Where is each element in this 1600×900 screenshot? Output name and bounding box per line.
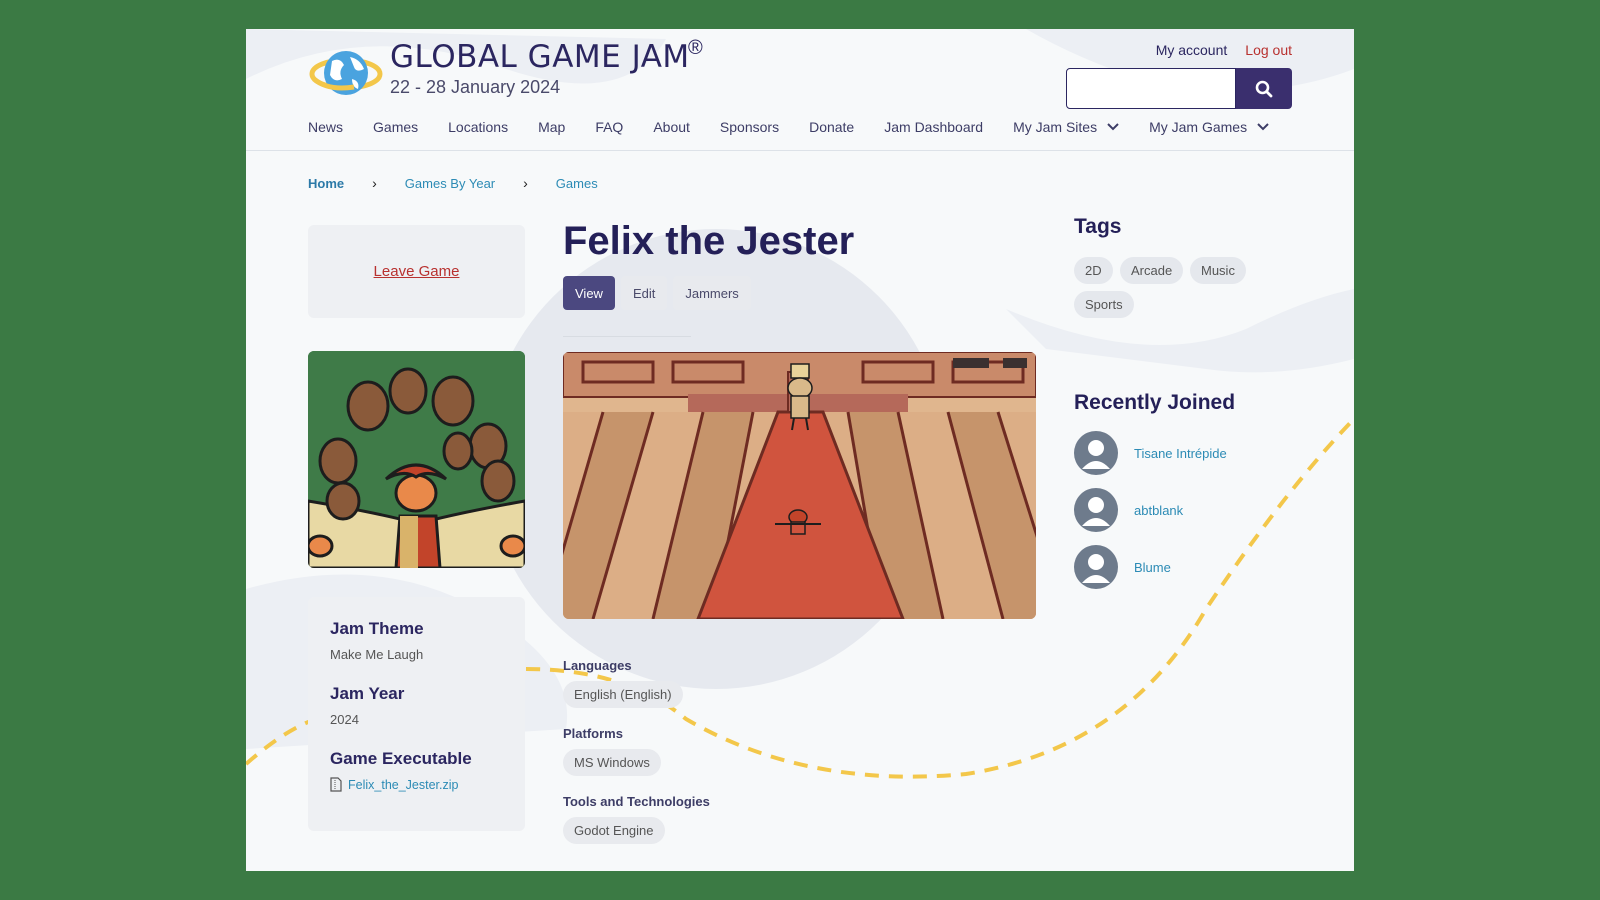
platforms-label: Platforms	[563, 726, 623, 741]
search-bar	[1066, 68, 1292, 109]
tag-music[interactable]: Music	[1190, 257, 1246, 284]
chevron-down-icon	[1257, 123, 1269, 131]
game-scene-image	[563, 352, 1036, 619]
leave-game-link[interactable]: Leave Game	[374, 263, 460, 280]
nav-donate[interactable]: Donate	[809, 119, 854, 135]
nav-my-jam-sites-label: My Jam Sites	[1013, 119, 1098, 135]
nav-sponsors[interactable]: Sponsors	[720, 119, 779, 135]
registered-mark: ®	[688, 37, 703, 59]
breadcrumb-games-by-year[interactable]: Games By Year	[405, 176, 495, 191]
avatar-icon	[1074, 545, 1118, 589]
chevron-down-icon	[1107, 123, 1119, 131]
nav-locations[interactable]: Locations	[448, 119, 508, 135]
game-tabs: View Edit Jammers	[563, 276, 751, 310]
nav-my-jam-games[interactable]: My Jam Games	[1149, 119, 1269, 135]
tag-2d[interactable]: 2D	[1074, 257, 1113, 284]
nav-about[interactable]: About	[653, 119, 690, 135]
site-header: GLOBAL GAME JAM ® 22 - 28 January 2024 M…	[246, 29, 1354, 151]
breadcrumb-games[interactable]: Games	[556, 176, 598, 191]
language-pill[interactable]: English (English)	[563, 681, 683, 708]
avatar-icon	[1074, 431, 1118, 475]
tab-view[interactable]: View	[563, 276, 615, 310]
jam-year-label: Jam Year	[330, 684, 405, 703]
jam-year-value: 2024	[330, 712, 359, 727]
languages-label: Languages	[563, 658, 632, 673]
search-icon	[1255, 80, 1273, 97]
tools-label: Tools and Technologies	[563, 794, 710, 809]
nav-my-jam-sites[interactable]: My Jam Sites	[1013, 119, 1119, 135]
tab-divider	[563, 336, 691, 337]
page: GLOBAL GAME JAM ® 22 - 28 January 2024 M…	[246, 29, 1354, 871]
avatar-icon	[1074, 488, 1118, 532]
nav-faq[interactable]: FAQ	[595, 119, 623, 135]
chevron-right-icon: ›	[523, 175, 528, 191]
main-nav: News Games Locations Map FAQ About Spons…	[308, 119, 1269, 135]
jam-theme-value: Make Me Laugh	[330, 647, 424, 662]
search-input[interactable]	[1066, 68, 1236, 109]
tool-pill[interactable]: Godot Engine	[563, 817, 665, 844]
member-row[interactable]: Blume	[1074, 545, 1171, 589]
nav-games[interactable]: Games	[373, 119, 418, 135]
tab-jammers[interactable]: Jammers	[673, 276, 751, 310]
game-title: Felix the Jester	[563, 219, 855, 263]
recently-joined-heading: Recently Joined	[1074, 391, 1236, 414]
nav-map[interactable]: Map	[538, 119, 565, 135]
game-executable-label: Game Executable	[330, 749, 472, 768]
breadcrumb-home[interactable]: Home	[308, 176, 344, 191]
log-out-link[interactable]: Log out	[1245, 42, 1292, 58]
game-info-box: Jam Theme Make Me Laugh Jam Year 2024 Ga…	[308, 597, 525, 831]
tab-edit[interactable]: Edit	[620, 276, 668, 310]
game-executable-filename: Felix_the_Jester.zip	[348, 777, 459, 792]
chevron-right-icon: ›	[372, 175, 377, 191]
game-screenshot[interactable]	[563, 352, 1036, 619]
nav-my-jam-games-label: My Jam Games	[1149, 119, 1248, 135]
breadcrumb: Home › Games By Year › Games	[308, 175, 598, 191]
game-thumbnail	[308, 351, 525, 568]
jester-artwork	[308, 351, 525, 568]
search-button[interactable]	[1236, 68, 1292, 109]
globe-logo-icon[interactable]	[308, 47, 384, 99]
member-name: abtblank	[1134, 502, 1184, 518]
game-executable-link[interactable]: Felix_the_Jester.zip	[330, 777, 503, 792]
member-row[interactable]: Tisane Intrépide	[1074, 431, 1227, 475]
member-name: Tisane Intrépide	[1134, 445, 1227, 461]
platform-pill[interactable]: MS Windows	[563, 749, 661, 776]
member-row[interactable]: abtblank	[1074, 488, 1183, 532]
nav-jam-dashboard[interactable]: Jam Dashboard	[884, 119, 983, 135]
my-account-link[interactable]: My account	[1156, 42, 1228, 58]
account-links: My account Log out	[1156, 42, 1292, 58]
tags-heading: Tags	[1074, 215, 1122, 238]
nav-news[interactable]: News	[308, 119, 343, 135]
tag-arcade[interactable]: Arcade	[1120, 257, 1184, 284]
site-title[interactable]: GLOBAL GAME JAM	[390, 39, 690, 75]
jam-theme-label: Jam Theme	[330, 619, 424, 638]
leave-game-box: Leave Game	[308, 225, 525, 318]
file-icon	[330, 777, 342, 792]
tag-sports[interactable]: Sports	[1074, 291, 1134, 318]
jam-dates: 22 - 28 January 2024	[390, 77, 561, 97]
member-name: Blume	[1134, 559, 1171, 575]
